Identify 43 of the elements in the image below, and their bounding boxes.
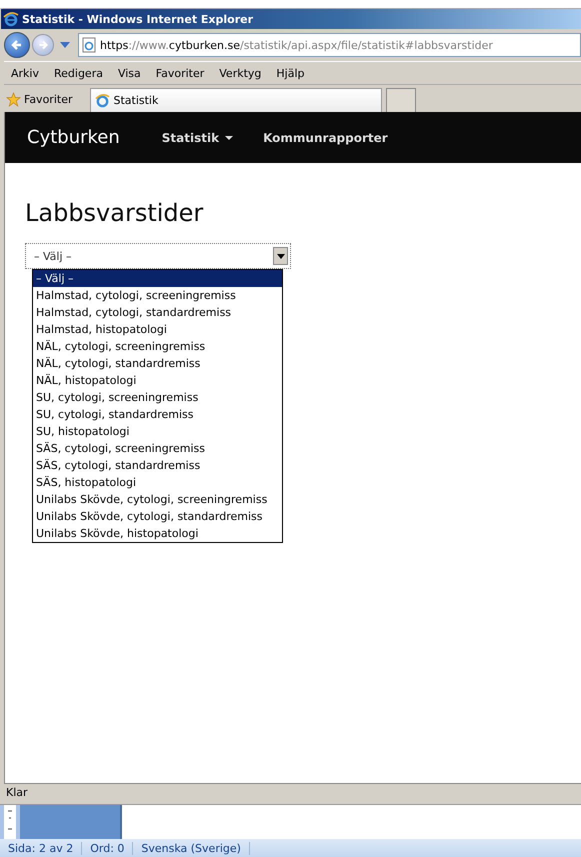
dropdown-option[interactable]: SU, histopatologi <box>33 423 282 440</box>
dropdown-option[interactable]: NÄL, cytologi, standardremiss <box>33 355 282 372</box>
dropdown-option[interactable]: NÄL, histopatologi <box>33 372 282 389</box>
dropdown-arrow-icon <box>276 254 284 258</box>
dropdown-option[interactable]: Halmstad, cytologi, standardremiss <box>33 304 282 321</box>
page-heading: Labbsvarstider <box>25 199 204 227</box>
dropdown-option[interactable]: SU, cytologi, standardremiss <box>33 406 282 423</box>
dropdown-option[interactable]: Halmstad, histopatologi <box>33 321 282 338</box>
dropdown-option[interactable]: NÄL, cytologi, screeningremiss <box>33 338 282 355</box>
url-text: https://www.cytburken.se/statistik/api.aspx/file/statistik#labbsvarstider <box>100 38 493 52</box>
dropdown-option[interactable]: SÄS, histopatologi <box>33 474 282 491</box>
browser-tab[interactable]: Statistik <box>90 88 382 112</box>
menu-item[interactable]: Arkiv <box>11 66 39 80</box>
dropdown-option[interactable]: Unilabs Skövde, histopatologi <box>33 525 282 542</box>
dropdown-option[interactable]: Unilabs Skövde, cytologi, standardremiss <box>33 508 282 525</box>
browser-logo-icon <box>3 11 19 27</box>
menu-item[interactable]: Favoriter <box>156 66 204 80</box>
menu-item[interactable]: Visa <box>118 66 141 80</box>
dropdown-option[interactable]: SÄS, cytologi, screeningremiss <box>33 440 282 457</box>
brand-link[interactable]: Cytburken <box>27 127 120 148</box>
menu-item[interactable]: Redigera <box>54 66 103 80</box>
dropdown-option[interactable]: SÄS, cytologi, standardremiss <box>33 457 282 474</box>
dropdown-option[interactable]: SU, cytologi, screeningremiss <box>33 389 282 406</box>
browser-logo-icon <box>95 93 110 108</box>
page-icon <box>82 37 96 53</box>
menu-item[interactable]: Verktyg <box>219 66 262 80</box>
dropdown-option[interactable]: – Välj – <box>33 270 282 287</box>
status-item: Ord: 0 <box>82 842 134 854</box>
star-icon <box>6 92 21 106</box>
address-field[interactable]: https://www.cytburken.se/statistik/api.aspx/file/statistik#labbsvarstider <box>78 33 581 57</box>
menu-item[interactable]: Hjälp <box>276 66 304 80</box>
nav-link[interactable]: Kommunrapporter <box>263 130 388 144</box>
new-tab-button[interactable] <box>386 88 416 112</box>
favorites-button[interactable]: Favoriter <box>4 86 86 112</box>
back-button[interactable] <box>4 32 30 58</box>
status-item: Sida: 2 av 2 <box>0 842 82 854</box>
window-title: Statistik - Windows Internet Explorer <box>22 12 254 26</box>
nav-link[interactable]: Statistik <box>162 130 234 144</box>
dropdown-arrow-icon[interactable] <box>60 42 70 48</box>
dropdown-option[interactable]: Halmstad, cytologi, screeningremiss <box>33 287 282 304</box>
status-item: Svenska (Sverige) <box>133 842 250 854</box>
dropdown-option[interactable]: Unilabs Skövde, cytologi, screeningremiss <box>33 491 282 508</box>
status-text: Klar <box>6 786 28 799</box>
